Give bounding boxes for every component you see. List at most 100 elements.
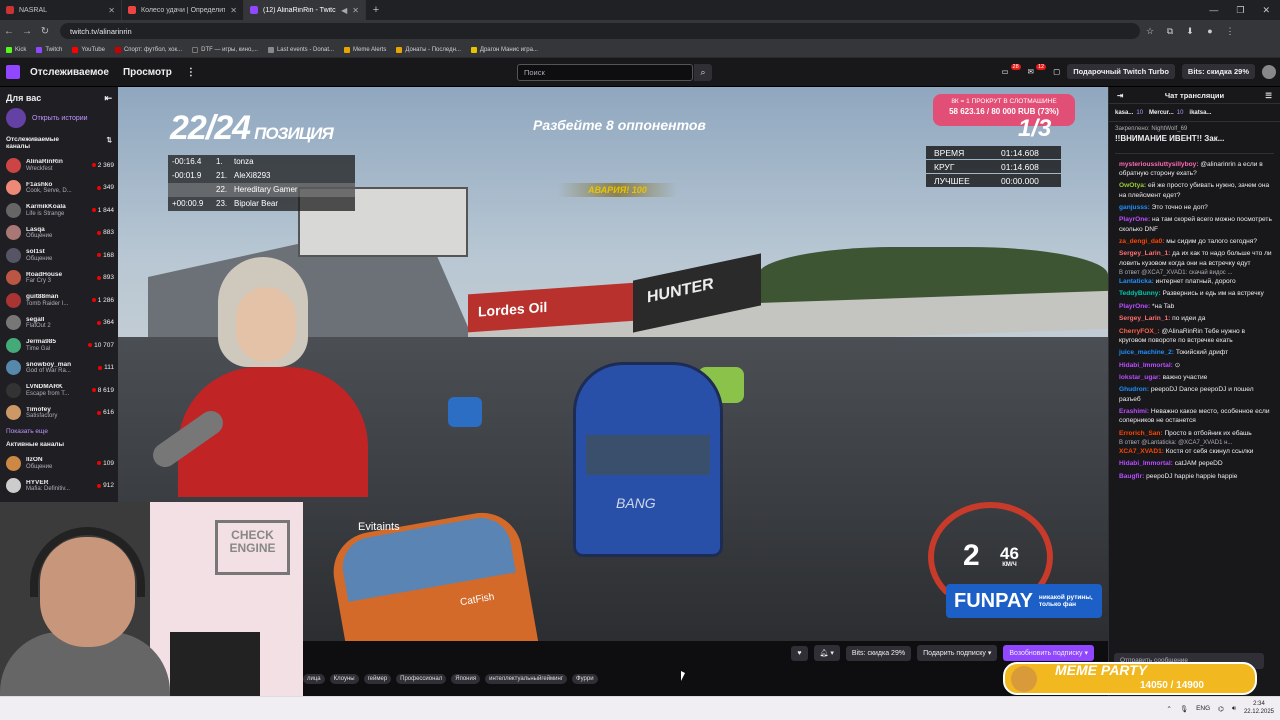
stream-tag[interactable]: лица [303, 674, 325, 684]
collapse-sidebar-icon[interactable]: ⇤ [104, 93, 112, 104]
chat-username[interactable]: juice_machine_2: [1119, 349, 1174, 356]
sidebar-channel[interactable]: snowboy_man God of War Ra... 111 [0, 357, 118, 380]
chat-username[interactable]: TeddyBunny: [1119, 290, 1161, 297]
language-indicator[interactable]: ENG [1196, 705, 1210, 712]
bits-discount-button[interactable]: Bits: скидка 29% [845, 645, 912, 661]
sidebar-channel[interactable]: HYVER Mafia: Definitiv... 912 [0, 475, 118, 498]
bookmark-item[interactable]: Meme Alerts [344, 46, 386, 53]
chat-username[interactable]: Sergey_Larin_1: [1119, 250, 1170, 257]
stream-tag[interactable]: геймер [363, 674, 392, 684]
turbo-button[interactable]: Подарочный Twitch Turbo [1067, 64, 1175, 79]
sidebar-channel[interactable]: Lasqa Общение 883 [0, 222, 118, 245]
show-more-link[interactable]: Показать еще [6, 428, 112, 435]
maximize-icon[interactable]: ❐ [1236, 5, 1244, 16]
stream-tag[interactable]: Клоуны [329, 674, 359, 684]
pinned-message[interactable]: Закреплено: NightWolf_69 !!ВНИМАНИЕ ИВЕНТ… [1115, 126, 1274, 154]
forward-icon[interactable]: → [18, 26, 36, 37]
bookmark-star-icon[interactable]: ☆ [1140, 26, 1160, 37]
inbox-icon[interactable]: ✉ [1028, 67, 1034, 76]
back-icon[interactable]: ← [0, 26, 18, 37]
stream-tag[interactable]: Фурри [572, 674, 598, 684]
chat-users-icon[interactable]: ☰ [1265, 91, 1272, 100]
nav-browse[interactable]: Просмотр [123, 67, 172, 78]
gift-sub-button[interactable]: Подарить подписку ▾ [917, 645, 998, 661]
stories-button[interactable]: Открыть истории [6, 108, 112, 128]
new-tab-button[interactable]: + [366, 0, 386, 20]
bookmark-item[interactable]: Kick [6, 46, 26, 53]
chat-username[interactable]: lokstar_ugar: [1119, 374, 1161, 381]
minimize-icon[interactable]: — [1209, 5, 1218, 15]
stream-tag[interactable]: интеллектуальныйгейминг [485, 674, 568, 684]
resub-button[interactable]: Возобновить подписку ▾ [1003, 645, 1094, 661]
chat-username[interactable]: OwOtya: [1119, 182, 1146, 189]
chat-username[interactable]: za_dengi_da0: [1119, 238, 1164, 245]
sidebar-channel[interactable]: AlinaRinRin Wreckfest 2 369 [0, 154, 118, 177]
follow-heart-button[interactable]: ♥ [791, 645, 808, 661]
whispers-icon[interactable]: ▢ [1053, 67, 1060, 76]
browser-tab[interactable]: NASRAL ✕ [0, 0, 122, 20]
avatar[interactable] [1262, 64, 1276, 79]
notifications-icon[interactable]: ▭ [1001, 67, 1008, 76]
network-icon[interactable]: ⌬ [1218, 705, 1224, 713]
downloads-icon[interactable]: ⬇ [1180, 26, 1200, 37]
sidebar-channel[interactable]: Timofey Satisfactory 616 [0, 402, 118, 425]
close-window-icon[interactable]: ✕ [1262, 5, 1270, 16]
gift-leader[interactable]: Mercur... 10 [1149, 110, 1183, 116]
tray-up-icon[interactable]: ⌃ [1166, 705, 1171, 713]
bookmark-item[interactable]: Last events - Donat... [267, 46, 334, 53]
reload-icon[interactable]: ↻ [36, 26, 54, 37]
twitch-logo-icon[interactable] [6, 65, 20, 79]
chat-username[interactable]: Hidabi_Immortal: [1119, 362, 1173, 369]
sort-icon[interactable]: ⇅ [107, 136, 112, 150]
clock[interactable]: 2:34 22.12.2025 [1244, 701, 1274, 715]
sidebar-channel[interactable]: KarmikKoala Life is Strange 1 844 [0, 199, 118, 222]
search-icon[interactable]: ⌕ [694, 64, 712, 81]
sidebar-channel[interactable]: Jerma985 Time Gal 10 707 [0, 334, 118, 357]
bits-button[interactable]: Bits: скидка 29% [1181, 64, 1255, 79]
chat-username[interactable]: ganjusss: [1119, 204, 1150, 211]
search-input[interactable]: Поиск [517, 64, 693, 81]
bookmark-item[interactable]: Драгон Манис игра... [470, 46, 538, 53]
sidebar-channel[interactable]: F1ashko Cook, Serve, D... 349 [0, 177, 118, 200]
gift-leader[interactable]: ikatsa... [1189, 110, 1214, 116]
bookmark-item[interactable]: Донаты - Последн... [396, 46, 461, 53]
browser-tab-active[interactable]: (12) AlinaRinRin - Twitch ◀ ✕ [244, 0, 366, 20]
sidebar-channel[interactable]: segall FlatOut 2 364 [0, 312, 118, 335]
extensions-icon[interactable]: ⧉ [1160, 26, 1180, 37]
stream-tag[interactable]: Профессионал [396, 674, 447, 684]
sidebar-channel[interactable]: lIzON Общение 109 [0, 452, 118, 475]
chat-username[interactable]: CherryFOX_: [1119, 328, 1160, 335]
chat-username[interactable]: PlayrOne: [1119, 303, 1150, 310]
url-input[interactable]: twitch.tv/alinarinrin [60, 23, 1140, 39]
sidebar-channel[interactable]: guit88man Tomb Raider I... 1 286 [0, 289, 118, 312]
chat-username[interactable]: PlayrOne: [1119, 216, 1150, 223]
nav-following[interactable]: Отслеживаемое [30, 67, 109, 78]
sidebar-channel[interactable]: RoadHouse Far Cry 3 893 [0, 267, 118, 290]
chat-username[interactable]: Erashimi: [1119, 408, 1149, 415]
close-tab-icon[interactable]: ✕ [108, 6, 115, 15]
chat-username[interactable]: Hidabi_Immortal: [1119, 460, 1173, 467]
close-tab-icon[interactable]: ✕ [230, 6, 237, 15]
chat-username[interactable]: XCA7_XVAD1: [1119, 448, 1164, 455]
sidebar-channel[interactable]: sol1st Общение 168 [0, 244, 118, 267]
gift-leader[interactable]: kasa... 10 [1115, 110, 1143, 116]
chat-username[interactable]: Errorich_San: [1119, 430, 1163, 437]
profile-icon[interactable]: ● [1200, 26, 1220, 36]
stream-tag[interactable]: Япония [451, 674, 481, 684]
nav-more-icon[interactable]: ⋮ [186, 67, 196, 78]
bookmark-item[interactable]: YouTube [72, 46, 105, 53]
mic-icon[interactable]: 🎙︎ [1180, 705, 1188, 713]
bookmark-item[interactable]: Twitch [36, 46, 62, 53]
chat-username[interactable]: Ghudron: [1119, 386, 1149, 393]
bookmark-item[interactable]: DTF — игры, кино,... [192, 46, 258, 53]
sidebar-channel[interactable]: LVNDMARK Escape from T... 8 619 [0, 379, 118, 402]
collapse-chat-icon[interactable]: ⇥ [1117, 91, 1123, 100]
chat-username[interactable]: Lantaticka: [1119, 278, 1154, 285]
chat-username[interactable]: Baugfir: [1119, 473, 1144, 480]
chat-username[interactable]: Sergey_Larin_1: [1119, 315, 1170, 322]
bookmark-item[interactable]: Спорт: футбол, хок... [114, 46, 182, 53]
volume-icon[interactable]: 🔊︎ [1232, 705, 1236, 713]
browser-tab[interactable]: Колесо удачи | Определите на ✕ [122, 0, 244, 20]
chat-username[interactable]: mysterioussluttysillyboy: [1119, 161, 1199, 168]
notifications-bell-button[interactable]: 🔔︎ ▾ [813, 645, 840, 661]
